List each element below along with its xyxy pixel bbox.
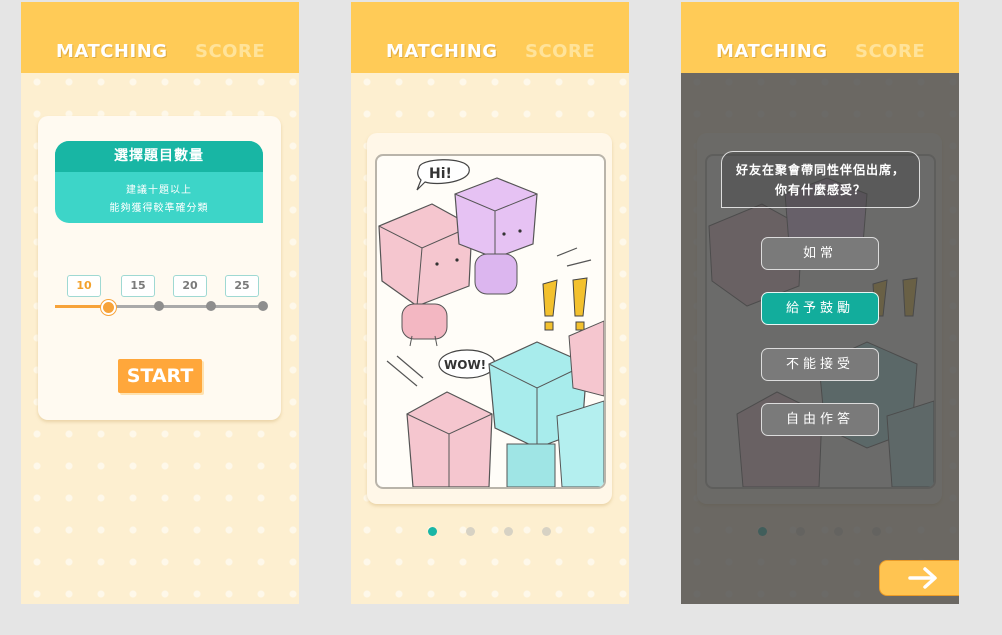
illustration-svg: Hi! WOW! [378, 159, 604, 487]
tab-score[interactable]: SCORE [525, 41, 595, 62]
start-button[interactable]: START [118, 359, 202, 393]
next-button[interactable] [879, 560, 959, 596]
answer-button-1[interactable]: 如常 [761, 237, 879, 270]
option-chip-10[interactable]: 10 [67, 275, 101, 297]
option-chip-25[interactable]: 25 [225, 275, 259, 297]
answer-button-2[interactable]: 給予鼓勵 [761, 292, 879, 325]
tab-matching[interactable]: MATCHING [386, 41, 498, 62]
tab-matching[interactable]: MATCHING [716, 41, 828, 62]
slider-knob-10[interactable] [101, 300, 116, 315]
screen-question-answer: MATCHING SCORE 好友在聚會帶同性伴侶出席， 你有什麼感受？ 如常 … [681, 2, 959, 604]
hint-line-1: 建議十題以上 [126, 185, 192, 196]
header: MATCHING SCORE [21, 2, 299, 73]
pink-cube-character-lower [406, 391, 493, 487]
tab-score[interactable]: SCORE [855, 41, 925, 62]
header: MATCHING SCORE [681, 2, 959, 73]
speech-bubble-hi: Hi! [416, 159, 470, 191]
option-chip-20[interactable]: 20 [173, 275, 207, 297]
exclamation-marks [542, 277, 588, 331]
speech-wow-text: WOW! [444, 358, 486, 372]
tab-matching[interactable]: MATCHING [56, 41, 168, 62]
pagination-dot-4[interactable] [542, 527, 551, 536]
screen-illustration: MATCHING SCORE Hi! WOW! [351, 2, 629, 604]
illustration-card: Hi! WOW! [367, 133, 612, 504]
header: MATCHING SCORE [351, 2, 629, 73]
slider-knob-15[interactable] [154, 301, 164, 311]
arrow-right-icon [908, 567, 937, 589]
pink-cube-right [568, 320, 604, 397]
tab-score[interactable]: SCORE [195, 41, 265, 62]
slider-knob-25[interactable] [258, 301, 268, 311]
pagination-dots [351, 527, 629, 537]
speech-hi-text: Hi! [429, 166, 452, 182]
cube-characters-illustration: Hi! WOW! [375, 154, 606, 489]
question-count-card: 選擇題目數量 建議十題以上 能夠獲得較準確分類 10 15 20 25 STAR… [38, 116, 281, 420]
pagination-dot-1[interactable] [428, 527, 437, 536]
hint-line-2: 能夠獲得較準確分類 [109, 203, 209, 214]
answer-button-3[interactable]: 不能接受 [761, 348, 879, 381]
speech-bubble-wow: WOW! [438, 349, 496, 379]
screen-question-count: MATCHING SCORE 選擇題目數量 建議十題以上 能夠獲得較準確分類 1… [21, 2, 299, 604]
question-line-2: 你有什麼感受？ [774, 183, 866, 197]
option-chip-15[interactable]: 15 [121, 275, 155, 297]
slider-knob-20[interactable] [206, 301, 216, 311]
answer-button-4[interactable]: 自由作答 [761, 403, 879, 436]
question-count-title: 選擇題目數量 [55, 141, 263, 172]
pagination-dot-2[interactable] [466, 527, 475, 536]
question-bubble: 好友在聚會帶同性伴侶出席， 你有什麼感受？ [721, 151, 920, 208]
question-line-1: 好友在聚會帶同性伴侶出席， [735, 163, 905, 177]
slider-fill [55, 305, 107, 308]
pagination-dot-3[interactable] [504, 527, 513, 536]
question-count-panel: 選擇題目數量 建議十題以上 能夠獲得較準確分類 [55, 141, 263, 223]
